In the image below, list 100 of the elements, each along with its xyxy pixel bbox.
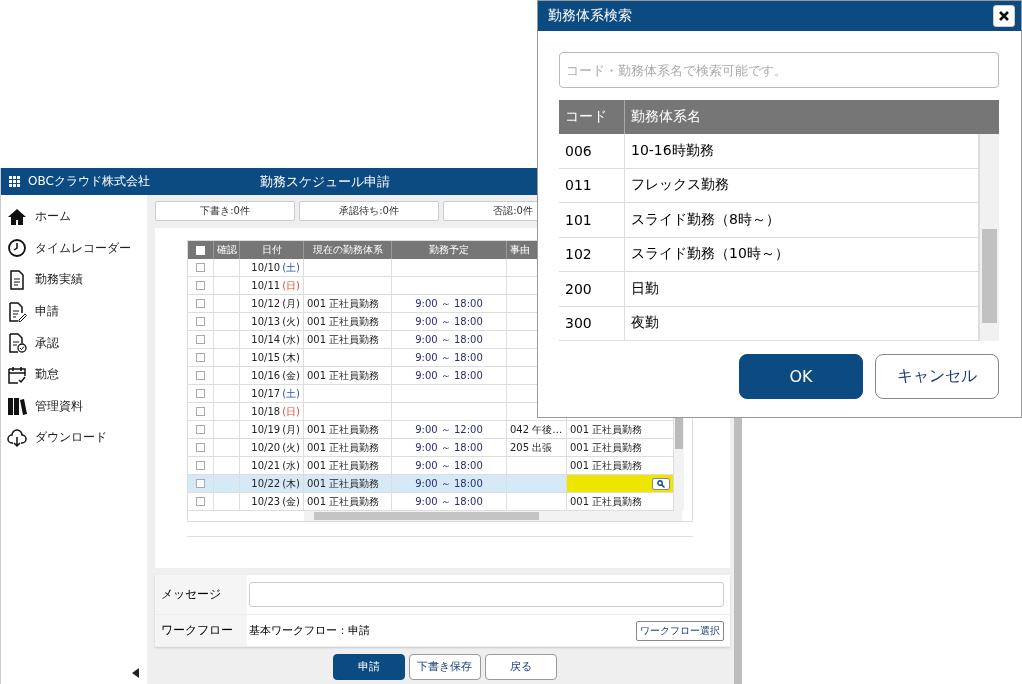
table-row[interactable]: 10/22 (木) 001 正社員勤務 9:00 ～ 18:00: [188, 475, 674, 493]
row-checkbox[interactable]: [196, 281, 205, 290]
workflow-select-button[interactable]: ワークフロー選択: [636, 620, 724, 641]
name-cell[interactable]: 夜勤: [625, 306, 979, 341]
date-cell: 10/16 (金): [240, 367, 304, 384]
row-checkbox[interactable]: [196, 443, 205, 452]
table-cell: 001 正社員勤務: [304, 367, 392, 384]
row-checkbox[interactable]: [196, 371, 205, 380]
cloud-download-icon: [7, 427, 27, 448]
schedule-cell: 9:00 ～ 18:00: [392, 349, 507, 366]
row-checkbox[interactable]: [196, 497, 205, 506]
column-header: 勤務体系名: [630, 107, 702, 126]
code-cell[interactable]: 101: [559, 203, 625, 238]
row-checkbox[interactable]: [196, 479, 205, 488]
row-checkbox[interactable]: [196, 407, 205, 416]
field-label: メッセージ: [155, 575, 247, 615]
table-cell: 001 正社員勤務: [304, 331, 392, 348]
code-cell[interactable]: 011: [559, 168, 625, 203]
date-cell: 10/12 (月): [240, 295, 304, 312]
date-cell: 10/19 (月): [240, 421, 304, 438]
calendar-check-icon: [7, 364, 27, 385]
message-field[interactable]: [249, 582, 724, 607]
table-cell: 001 正社員勤務: [304, 457, 392, 474]
row-checkbox[interactable]: [196, 461, 205, 470]
close-button[interactable]: [993, 5, 1015, 27]
workflow-value: 基本ワークフロー：申請: [249, 623, 370, 638]
row-checkbox[interactable]: [196, 425, 205, 434]
app-grid-icon[interactable]: [9, 176, 20, 187]
document-icon: [7, 270, 27, 290]
row-checkbox[interactable]: [196, 299, 205, 308]
name-cell[interactable]: 10-16時勤務: [625, 134, 979, 169]
date-cell: 10/13 (火): [240, 313, 304, 330]
code-cell[interactable]: 102: [559, 237, 625, 272]
table-cell: 001 正社員勤務: [304, 295, 392, 312]
date-cell: 10/18 (日): [240, 403, 304, 420]
dialog-button[interactable]: OK: [739, 354, 863, 399]
schedule-cell: 9:00 ～ 18:00: [392, 475, 507, 492]
name-cell[interactable]: 日勤: [625, 272, 979, 307]
table-row[interactable]: 10/21 (水) 001 正社員勤務 9:00 ～ 18:00 001 正社員勤務: [188, 457, 674, 475]
search-button[interactable]: [652, 477, 670, 490]
schedule-cell: 9:00 ～ 18:00: [392, 457, 507, 474]
action-button[interactable]: 戻る: [484, 654, 557, 680]
table-row[interactable]: 10/20 (火) 001 正社員勤務 9:00 ～ 18:00 205 出張 001 正社員勤務: [188, 439, 674, 457]
search-icon: [657, 479, 665, 488]
vertical-scrollbar[interactable]: [979, 134, 999, 341]
schedule-cell: 9:00 ～ 18:00: [392, 313, 507, 330]
table-cell: 205 出張: [507, 439, 567, 456]
date-cell: 10/22 (木): [240, 475, 304, 492]
sidebar-item[interactable]: 勤怠: [1, 358, 147, 391]
schedule-cell: 9:00 ～ 18:00: [392, 331, 507, 348]
dialog-button[interactable]: キャンセル: [875, 354, 999, 399]
status-tab[interactable]: 下書き:0件: [155, 201, 295, 221]
table-cell: 042 午後…: [507, 421, 567, 438]
schedule-cell: 9:00 ～ 18:00: [392, 439, 507, 456]
sidebar-item[interactable]: 勤務実績: [1, 264, 147, 296]
close-icon: [998, 10, 1010, 22]
sidebar-item[interactable]: ホーム: [1, 201, 147, 233]
name-cell[interactable]: フレックス勤務: [625, 168, 979, 203]
table-row[interactable]: 10/23 (金) 001 正社員勤務 9:00 ～ 18:00 001 正社員勤務: [188, 493, 674, 511]
select-all-checkbox[interactable]: [196, 245, 205, 255]
action-button[interactable]: 下書き保存: [408, 654, 481, 680]
sidebar-item[interactable]: タイムレコーダー: [1, 232, 147, 265]
home-icon: [7, 206, 27, 227]
name-cell[interactable]: スライド勤務（8時～）: [625, 203, 979, 238]
sidebar-item[interactable]: 管理資料: [1, 390, 147, 423]
table-row[interactable]: 10/19 (月) 001 正社員勤務 9:00 ～ 12:00 042 午後… 001 正社員勤務: [188, 421, 674, 439]
code-cell[interactable]: 300: [559, 306, 625, 341]
schedule-cell: 9:00 ～ 12:00: [392, 421, 507, 438]
document-pen-icon: [7, 301, 27, 322]
horizontal-scrollbar[interactable]: [304, 511, 682, 521]
page-title: 勤務スケジュール申請: [259, 172, 390, 191]
row-checkbox[interactable]: [196, 263, 205, 272]
status-tab[interactable]: 承認待ち:0件: [299, 201, 439, 221]
date-cell: 10/17 (土): [240, 385, 304, 402]
table-cell: 001 正社員勤務: [304, 493, 392, 510]
sidebar-item[interactable]: ダウンロード: [1, 422, 147, 454]
date-cell: 10/15 (木): [240, 349, 304, 366]
row-checkbox[interactable]: [196, 335, 205, 344]
sidebar-item[interactable]: 承認: [1, 327, 147, 359]
name-cell[interactable]: スライド勤務（10時～）: [625, 237, 979, 272]
table-cell: 001 正社員勤務: [304, 475, 392, 492]
code-cell[interactable]: 200: [559, 272, 625, 307]
search-field[interactable]: コード・勤務体系名で検索可能です。: [559, 52, 999, 88]
row-checkbox[interactable]: [196, 389, 205, 398]
row-checkbox[interactable]: [196, 353, 205, 362]
row-checkbox[interactable]: [196, 317, 205, 326]
document-check-icon: [7, 333, 27, 354]
action-button[interactable]: 申請: [332, 654, 405, 680]
clock-icon: [7, 238, 27, 259]
editing-cell[interactable]: [567, 475, 674, 492]
table-cell: 001 正社員勤務: [304, 439, 392, 456]
schedule-cell: 9:00 ～ 18:00: [392, 295, 507, 312]
sidebar-item[interactable]: 申請: [1, 295, 147, 328]
column-header: コード: [559, 100, 625, 134]
dialog-title: 勤務体系検索: [548, 7, 633, 25]
schedule-cell: 9:00 ～ 18:00: [392, 493, 507, 510]
date-cell: 10/11 (日): [240, 277, 304, 294]
company-name: OBCクラウド株式会社: [28, 173, 150, 190]
collapse-icon[interactable]: [132, 668, 140, 678]
code-cell[interactable]: 006: [559, 134, 625, 169]
